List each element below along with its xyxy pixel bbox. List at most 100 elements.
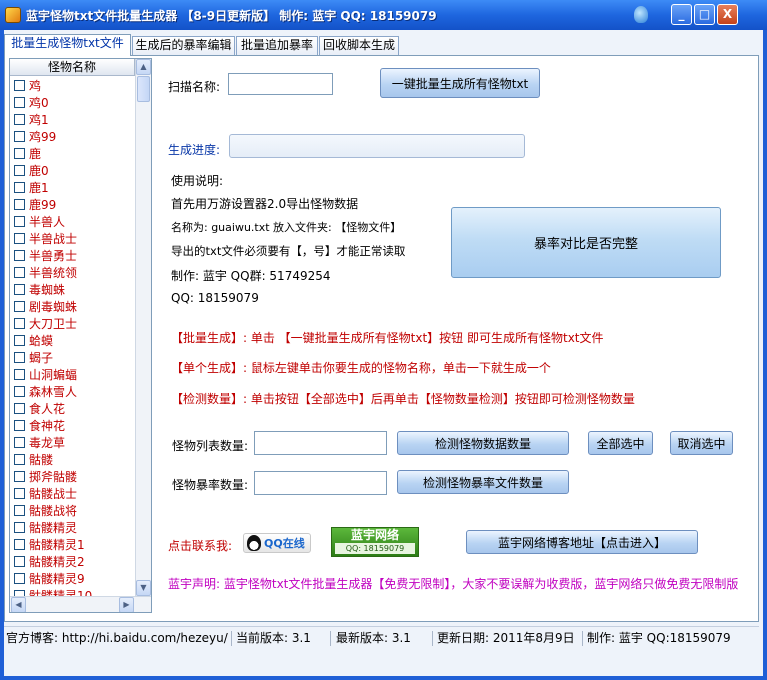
- list-item[interactable]: 半兽统领: [10, 264, 135, 281]
- skin-icon[interactable]: [634, 6, 648, 23]
- lanyu-network-badge[interactable]: 蓝宇网络 QQ: 18159079: [331, 527, 419, 557]
- list-item[interactable]: 掷斧骷髅: [10, 468, 135, 485]
- checkbox[interactable]: [14, 522, 25, 533]
- checkbox[interactable]: [14, 182, 25, 193]
- deselect-all-button[interactable]: 取消选中: [670, 431, 733, 455]
- checkbox[interactable]: [14, 352, 25, 363]
- monster-list[interactable]: 怪物名称 鸡鸡0 鸡1 鸡99 鹿鹿0 鹿1 鹿99 半兽人 半兽战士 半兽勇士 半兽统领 毒蜘蛛剧…: [9, 58, 152, 613]
- list-item[interactable]: 骷髅精灵1: [10, 536, 135, 553]
- status-bar: 官方博客: http://hi.baidu.com/hezeyu/ 当前版本: …: [4, 626, 759, 649]
- tab-recycle-script[interactable]: 回收脚本生成: [319, 36, 399, 55]
- tab-batch-generate[interactable]: 批量生成怪物txt文件: [4, 34, 131, 56]
- checkbox[interactable]: [14, 301, 25, 312]
- checkbox[interactable]: [14, 420, 25, 431]
- checkbox[interactable]: [14, 250, 25, 261]
- checkbox[interactable]: [14, 80, 25, 91]
- checkbox[interactable]: [14, 335, 25, 346]
- checkbox[interactable]: [14, 267, 25, 278]
- list-item[interactable]: 鸡99: [10, 128, 135, 145]
- checkbox[interactable]: [14, 539, 25, 550]
- monster-name: 森林雪人: [29, 385, 78, 399]
- scroll-down-button[interactable]: ▼: [136, 580, 151, 596]
- list-item[interactable]: 剧毒蜘蛛: [10, 298, 135, 315]
- list-item[interactable]: 鹿99: [10, 196, 135, 213]
- list-item[interactable]: 鹿: [10, 145, 135, 162]
- minimize-button[interactable]: _: [671, 4, 692, 25]
- checkbox[interactable]: [14, 556, 25, 567]
- monster-name: 鹿99: [29, 198, 57, 212]
- list-item[interactable]: 山洞蝙蝠: [10, 366, 135, 383]
- tab-drop-edit[interactable]: 生成后的暴率编辑: [132, 36, 235, 55]
- title-bar[interactable]: 蓝宇怪物txt文件批量生成器 【8-9日更新版】 制作: 蓝宇 QQ: 1815…: [0, 0, 767, 30]
- checkbox[interactable]: [14, 97, 25, 108]
- list-item[interactable]: 毒龙草: [10, 434, 135, 451]
- list-item[interactable]: 骷髅战将: [10, 502, 135, 519]
- monster-name: 鸡99: [29, 130, 57, 144]
- checkbox[interactable]: [14, 148, 25, 159]
- scroll-up-button[interactable]: ▲: [136, 59, 151, 75]
- status-latest-version: 最新版本: 3.1: [336, 631, 411, 645]
- checkbox[interactable]: [14, 216, 25, 227]
- list-item[interactable]: 毒蜘蛛: [10, 281, 135, 298]
- list-item[interactable]: 半兽战士: [10, 230, 135, 247]
- blog-link-button[interactable]: 蓝宇网络博客地址【点击进入】: [466, 530, 698, 554]
- horizontal-scrollbar[interactable]: ◀ ▶: [10, 596, 151, 612]
- list-item[interactable]: 骷髅精灵: [10, 519, 135, 536]
- generate-all-button[interactable]: 一键批量生成所有怪物txt: [380, 68, 540, 98]
- checkbox[interactable]: [14, 573, 25, 584]
- checkbox[interactable]: [14, 114, 25, 125]
- checkbox[interactable]: [14, 233, 25, 244]
- monster-list-header[interactable]: 怪物名称: [10, 59, 135, 76]
- checkbox[interactable]: [14, 165, 25, 176]
- list-item[interactable]: 骷髅精灵2: [10, 553, 135, 570]
- compare-drop-button[interactable]: 暴率对比是否完整: [451, 207, 721, 278]
- checkbox[interactable]: [14, 454, 25, 465]
- list-item[interactable]: 鸡1: [10, 111, 135, 128]
- checkbox[interactable]: [14, 199, 25, 210]
- checkbox[interactable]: [14, 437, 25, 448]
- checkbox[interactable]: [14, 403, 25, 414]
- select-all-button[interactable]: 全部选中: [588, 431, 653, 455]
- list-item[interactable]: 鸡: [10, 77, 135, 94]
- qq-penguin-icon: [247, 535, 261, 551]
- lanyu-badge-title: 蓝宇网络: [350, 528, 399, 542]
- drop-count-field[interactable]: [254, 471, 387, 495]
- list-item[interactable]: 食人花: [10, 400, 135, 417]
- checkbox[interactable]: [14, 505, 25, 516]
- list-item[interactable]: 鹿0: [10, 162, 135, 179]
- scroll-thumb[interactable]: [137, 76, 150, 102]
- checkbox[interactable]: [14, 284, 25, 295]
- checkbox[interactable]: [14, 318, 25, 329]
- scroll-right-button[interactable]: ▶: [119, 597, 134, 612]
- list-item[interactable]: 骷髅战士: [10, 485, 135, 502]
- detect-monster-data-button[interactable]: 检测怪物数据数量: [397, 431, 569, 455]
- checkbox[interactable]: [14, 386, 25, 397]
- close-button[interactable]: X: [717, 4, 738, 25]
- qq-online-badge[interactable]: QQ在线: [243, 533, 311, 553]
- list-item[interactable]: 鹿1: [10, 179, 135, 196]
- monster-list-count-field[interactable]: [254, 431, 387, 455]
- list-item[interactable]: 大刀卫士: [10, 315, 135, 332]
- app-icon: [5, 7, 21, 23]
- detect-drop-file-button[interactable]: 检测怪物暴率文件数量: [397, 470, 569, 494]
- vertical-scrollbar[interactable]: ▲ ▼: [135, 59, 151, 596]
- checkbox[interactable]: [14, 369, 25, 380]
- tab-batch-append[interactable]: 批量追加暴率: [236, 36, 318, 55]
- instructions-line-3: 导出的txt文件必须要有【，号】才能正常读取: [171, 244, 406, 258]
- checkbox[interactable]: [14, 471, 25, 482]
- scroll-left-button[interactable]: ◀: [11, 597, 26, 612]
- list-item[interactable]: 森林雪人: [10, 383, 135, 400]
- checkbox[interactable]: [14, 131, 25, 142]
- maximize-button[interactable]: □: [694, 4, 715, 25]
- scan-name-input[interactable]: [228, 73, 333, 95]
- list-item[interactable]: 食神花: [10, 417, 135, 434]
- list-item[interactable]: 蛤蟆: [10, 332, 135, 349]
- list-item[interactable]: 骷髅精灵9: [10, 570, 135, 587]
- monster-name: 山洞蝙蝠: [29, 368, 78, 382]
- list-item[interactable]: 骷髅: [10, 451, 135, 468]
- list-item[interactable]: 鸡0: [10, 94, 135, 111]
- list-item[interactable]: 半兽勇士: [10, 247, 135, 264]
- list-item[interactable]: 半兽人: [10, 213, 135, 230]
- list-item[interactable]: 蝎子: [10, 349, 135, 366]
- checkbox[interactable]: [14, 488, 25, 499]
